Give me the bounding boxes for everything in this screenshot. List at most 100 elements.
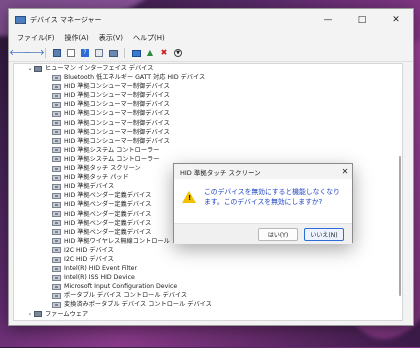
remove-device-icon[interactable]: ✖ (159, 48, 169, 58)
tree-device-item[interactable]: HID 準拠コンシューマー制御デバイス (14, 119, 402, 128)
tree-device-label: HID 準拠システム コントローラー (64, 155, 160, 163)
tree-device-item[interactable]: Bluetooth 低エネルギー GATT 対応 HID デバイス (14, 73, 402, 82)
tree-device-label: HID 準拠ワイヤレス無線コントロール (64, 237, 170, 245)
vertical-scrollbar[interactable] (398, 66, 401, 316)
tree-device-label: HID 準拠デバイス (64, 183, 115, 191)
expanded-chevron-icon[interactable]: ⌄ (26, 64, 34, 73)
menu-view[interactable]: 表示(V) (99, 33, 123, 43)
tree-device-label: Intel(R) HID Event Filter (64, 265, 138, 273)
yes-button[interactable]: はい(Y) (258, 227, 298, 241)
hid-device-icon (52, 111, 61, 118)
forward-arrow-icon[interactable]: 🡒 (23, 48, 44, 58)
computer-icon[interactable] (131, 48, 141, 58)
hid-device-icon (52, 74, 61, 81)
tree-device-item[interactable]: Intel(R) HID Event Filter (14, 264, 402, 273)
hid-device-icon (52, 192, 61, 199)
toolbar-separator (45, 48, 46, 58)
tree-category-label: ファームウェア (45, 310, 89, 318)
minimize-icon[interactable]: — (311, 9, 345, 31)
tree-device-label: HID 準拠タッチ スクリーン (64, 165, 141, 173)
help-icon[interactable]: ? (80, 48, 90, 58)
hidden-devices-icon[interactable] (108, 48, 118, 58)
scrollbar-thumb[interactable] (399, 156, 401, 296)
menu-file[interactable]: ファイル(F) (17, 33, 55, 43)
tree-device-label: HID 準拠コンシューマー制御デバイス (64, 119, 170, 127)
menu-action[interactable]: 操作(A) (65, 33, 89, 43)
tree-device-label: Intel(R) ISS HID Device (64, 274, 135, 282)
hid-category-icon (34, 65, 42, 72)
close-icon[interactable]: ✕ (338, 167, 352, 176)
hid-device-icon (52, 247, 61, 254)
hid-device-icon (52, 292, 61, 299)
tree-device-label: ポータブル デバイス コントロール デバイス (64, 292, 188, 300)
tree-device-label: HID 準拠ベンダー定義デバイス (64, 201, 152, 209)
no-button[interactable]: いいえ(N) (304, 227, 344, 241)
close-icon[interactable]: ✕ (379, 9, 413, 31)
dialog-title: HID 準拠タッチ スクリーン (180, 168, 261, 177)
hid-device-icon (52, 174, 61, 181)
hid-device-icon (52, 101, 61, 108)
tree-device-label: HID 準拠コンシューマー制御デバイス (64, 83, 170, 91)
tree-device-item[interactable]: HID 準拠コンシューマー制御デバイス (14, 82, 402, 91)
tree-device-label: HID 準拠タッチ パッド (64, 174, 129, 182)
tree-device-label: Bluetooth 低エネルギー GATT 対応 HID デバイス (64, 74, 206, 82)
collapsed-chevron-icon[interactable]: › (26, 310, 34, 319)
update-driver-icon[interactable]: ▲ (145, 48, 155, 58)
hid-device-icon (52, 274, 61, 281)
hid-device-icon (52, 138, 61, 145)
hid-device-icon (52, 256, 61, 263)
hid-device-icon (52, 301, 61, 308)
tree-device-label: HID 準拠ベンダー定義デバイス (64, 219, 152, 227)
tree-category-label: ヒューマン インターフェイス デバイス (45, 65, 154, 72)
properties-grid-icon[interactable] (52, 48, 62, 58)
hid-device-icon (52, 201, 61, 208)
tree-device-item[interactable]: HID 準拠コンシューマー制御デバイス (14, 128, 402, 137)
hid-device-icon (52, 220, 61, 227)
tree-device-item[interactable]: I2C HID デバイス (14, 246, 402, 255)
tree-device-item[interactable]: 変換済みポータブル デバイス コントロール デバイス (14, 300, 402, 309)
device-view-icon[interactable] (94, 48, 104, 58)
tree-device-label: HID 準拠ベンダー定義デバイス (64, 228, 152, 236)
tree-device-item[interactable]: HID 準拠コンシューマー制御デバイス (14, 100, 402, 109)
tree-device-label: HID 準拠コンシューマー制御デバイス (64, 128, 170, 136)
hid-device-icon (52, 156, 61, 163)
tree-device-item[interactable]: I2C HID デバイス (14, 255, 402, 264)
hid-device-icon (52, 92, 61, 99)
tree-device-item[interactable]: ポータブル デバイス コントロール デバイス (14, 291, 402, 300)
hid-device-icon (52, 229, 61, 236)
tree-device-item[interactable]: Microsoft Input Configuration Device (14, 282, 402, 291)
hid-device-icon (52, 238, 61, 245)
hid-device-icon (52, 183, 61, 190)
tree-device-label: HID 準拠コンシューマー制御デバイス (64, 110, 170, 118)
tree-category-firmware[interactable]: › ファームウェア (14, 310, 402, 319)
menu-help[interactable]: ヘルプ(H) (133, 33, 165, 43)
tree-category-hid[interactable]: ⌄ ヒューマン インターフェイス デバイス (14, 64, 402, 73)
tree-device-label: HID 準拠コンシューマー制御デバイス (64, 92, 170, 100)
dialog-body: ! このデバイスを無効にすると機能しなくなります。このデバイスを無効にしますか? (174, 179, 352, 223)
tree-device-item[interactable]: HID 準拠コンシューマー制御デバイス (14, 91, 402, 100)
tree-device-label: I2C HID デバイス (64, 255, 114, 263)
disable-device-dialog: HID 準拠タッチ スクリーン ✕ ! このデバイスを無効にすると機能しなくなり… (173, 163, 353, 244)
warning-icon: ! (182, 191, 196, 203)
tree-device-item[interactable]: HID 準拠コンシューマー制御デバイス (14, 109, 402, 118)
download-icon[interactable]: ▼ (173, 48, 183, 58)
tree-device-item[interactable]: HID 準拠コンシューマー制御デバイス (14, 137, 402, 146)
tree-device-item[interactable]: Intel(R) ISS HID Device (14, 273, 402, 282)
list-view-icon[interactable] (66, 48, 76, 58)
maximize-icon[interactable]: □ (345, 9, 379, 31)
tree-device-label: Microsoft Input Configuration Device (64, 283, 178, 291)
menu-bar: ファイル(F) 操作(A) 表示(V) ヘルプ(H) (9, 31, 413, 45)
hid-device-icon (52, 283, 61, 290)
tree-device-label: HID 準拠システム コントローラー (64, 146, 160, 154)
firmware-category-icon (34, 311, 42, 318)
hid-device-icon (52, 129, 61, 136)
hid-device-icon (52, 165, 61, 172)
hid-device-icon (52, 265, 61, 272)
toolbar: 🡐 🡒 ? ▲ ✖ ▼ (9, 45, 413, 62)
tree-device-label: HID 準拠ベンダー定義デバイス (64, 210, 152, 218)
tree-device-item[interactable]: HID 準拠システム コントローラー (14, 146, 402, 155)
hid-device-icon (52, 147, 61, 154)
dialog-message: このデバイスを無効にすると機能しなくなります。このデバイスを無効にしますか? (204, 188, 340, 206)
tree-device-label: I2C HID デバイス (64, 246, 114, 254)
dialog-title-bar: HID 準拠タッチ スクリーン ✕ (174, 164, 352, 179)
